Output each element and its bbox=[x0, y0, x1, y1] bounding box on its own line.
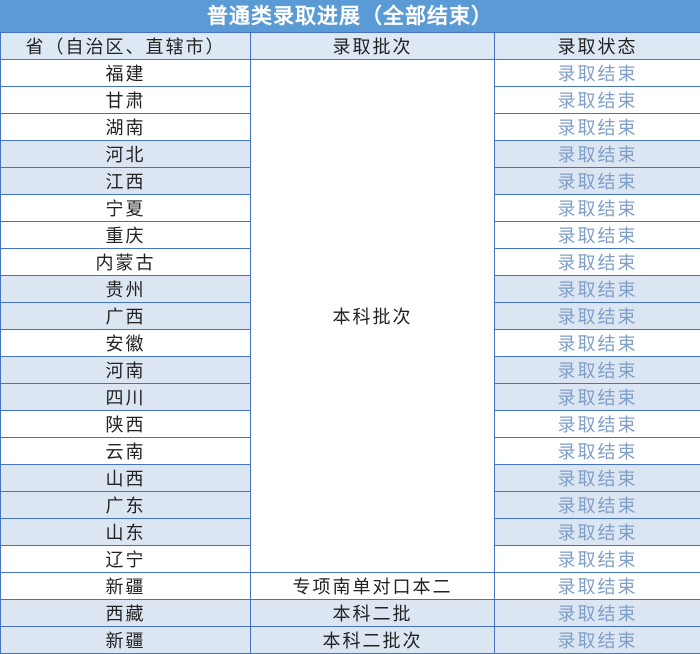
table-row: 新疆专项南单对口本二录取结束 bbox=[1, 573, 700, 600]
province-cell: 甘肃 bbox=[1, 87, 251, 114]
status-cell: 录取结束 bbox=[495, 303, 700, 330]
header-status: 录取状态 bbox=[495, 33, 700, 60]
status-cell: 录取结束 bbox=[495, 546, 700, 573]
status-cell: 录取结束 bbox=[495, 114, 700, 141]
province-cell: 广西 bbox=[1, 303, 251, 330]
province-cell: 新疆 bbox=[1, 627, 251, 654]
header-province: 省（自治区、直辖市） bbox=[1, 33, 251, 60]
status-cell: 录取结束 bbox=[495, 384, 700, 411]
status-cell: 录取结束 bbox=[495, 357, 700, 384]
province-cell: 河北 bbox=[1, 141, 251, 168]
province-cell: 江西 bbox=[1, 168, 251, 195]
province-cell: 广东 bbox=[1, 492, 251, 519]
status-cell: 录取结束 bbox=[495, 87, 700, 114]
batch-cell-merged: 本科批次 bbox=[251, 60, 495, 573]
status-cell: 录取结束 bbox=[495, 492, 700, 519]
province-cell: 湖南 bbox=[1, 114, 251, 141]
province-cell: 陕西 bbox=[1, 411, 251, 438]
province-cell: 西藏 bbox=[1, 600, 251, 627]
status-cell: 录取结束 bbox=[495, 195, 700, 222]
status-cell: 录取结束 bbox=[495, 276, 700, 303]
table-body: 福建本科批次录取结束甘肃录取结束湖南录取结束河北录取结束江西录取结束宁夏录取结束… bbox=[1, 60, 700, 654]
table-row: 新疆本科二批次录取结束 bbox=[1, 627, 700, 654]
admission-table: 省（自治区、直辖市） 录取批次 录取状态 福建本科批次录取结束甘肃录取结束湖南录… bbox=[0, 32, 700, 654]
province-cell: 辽宁 bbox=[1, 546, 251, 573]
status-cell: 录取结束 bbox=[495, 465, 700, 492]
header-row: 省（自治区、直辖市） 录取批次 录取状态 bbox=[1, 33, 700, 60]
status-cell: 录取结束 bbox=[495, 141, 700, 168]
header-batch: 录取批次 bbox=[251, 33, 495, 60]
table-row: 福建本科批次录取结束 bbox=[1, 60, 700, 87]
batch-cell: 本科二批 bbox=[251, 600, 495, 627]
province-cell: 重庆 bbox=[1, 222, 251, 249]
status-cell: 录取结束 bbox=[495, 222, 700, 249]
batch-cell: 本科二批次 bbox=[251, 627, 495, 654]
province-cell: 云南 bbox=[1, 438, 251, 465]
province-cell: 安徽 bbox=[1, 330, 251, 357]
province-cell: 内蒙古 bbox=[1, 249, 251, 276]
province-cell: 山东 bbox=[1, 519, 251, 546]
table-title: 普通类录取进展（全部结束） bbox=[0, 0, 700, 32]
province-cell: 四川 bbox=[1, 384, 251, 411]
status-cell: 录取结束 bbox=[495, 249, 700, 276]
table-row: 西藏本科二批录取结束 bbox=[1, 600, 700, 627]
status-cell: 录取结束 bbox=[495, 519, 700, 546]
batch-cell: 专项南单对口本二 bbox=[251, 573, 495, 600]
province-cell: 山西 bbox=[1, 465, 251, 492]
status-cell: 录取结束 bbox=[495, 600, 700, 627]
status-cell: 录取结束 bbox=[495, 438, 700, 465]
status-cell: 录取结束 bbox=[495, 411, 700, 438]
status-cell: 录取结束 bbox=[495, 573, 700, 600]
status-cell: 录取结束 bbox=[495, 330, 700, 357]
province-cell: 新疆 bbox=[1, 573, 251, 600]
province-cell: 宁夏 bbox=[1, 195, 251, 222]
admission-progress-table-frame: 普通类录取进展（全部结束） 省（自治区、直辖市） 录取批次 录取状态 福建本科批… bbox=[0, 0, 700, 653]
status-cell: 录取结束 bbox=[495, 60, 700, 87]
status-cell: 录取结束 bbox=[495, 168, 700, 195]
province-cell: 福建 bbox=[1, 60, 251, 87]
province-cell: 河南 bbox=[1, 357, 251, 384]
status-cell: 录取结束 bbox=[495, 627, 700, 654]
province-cell: 贵州 bbox=[1, 276, 251, 303]
